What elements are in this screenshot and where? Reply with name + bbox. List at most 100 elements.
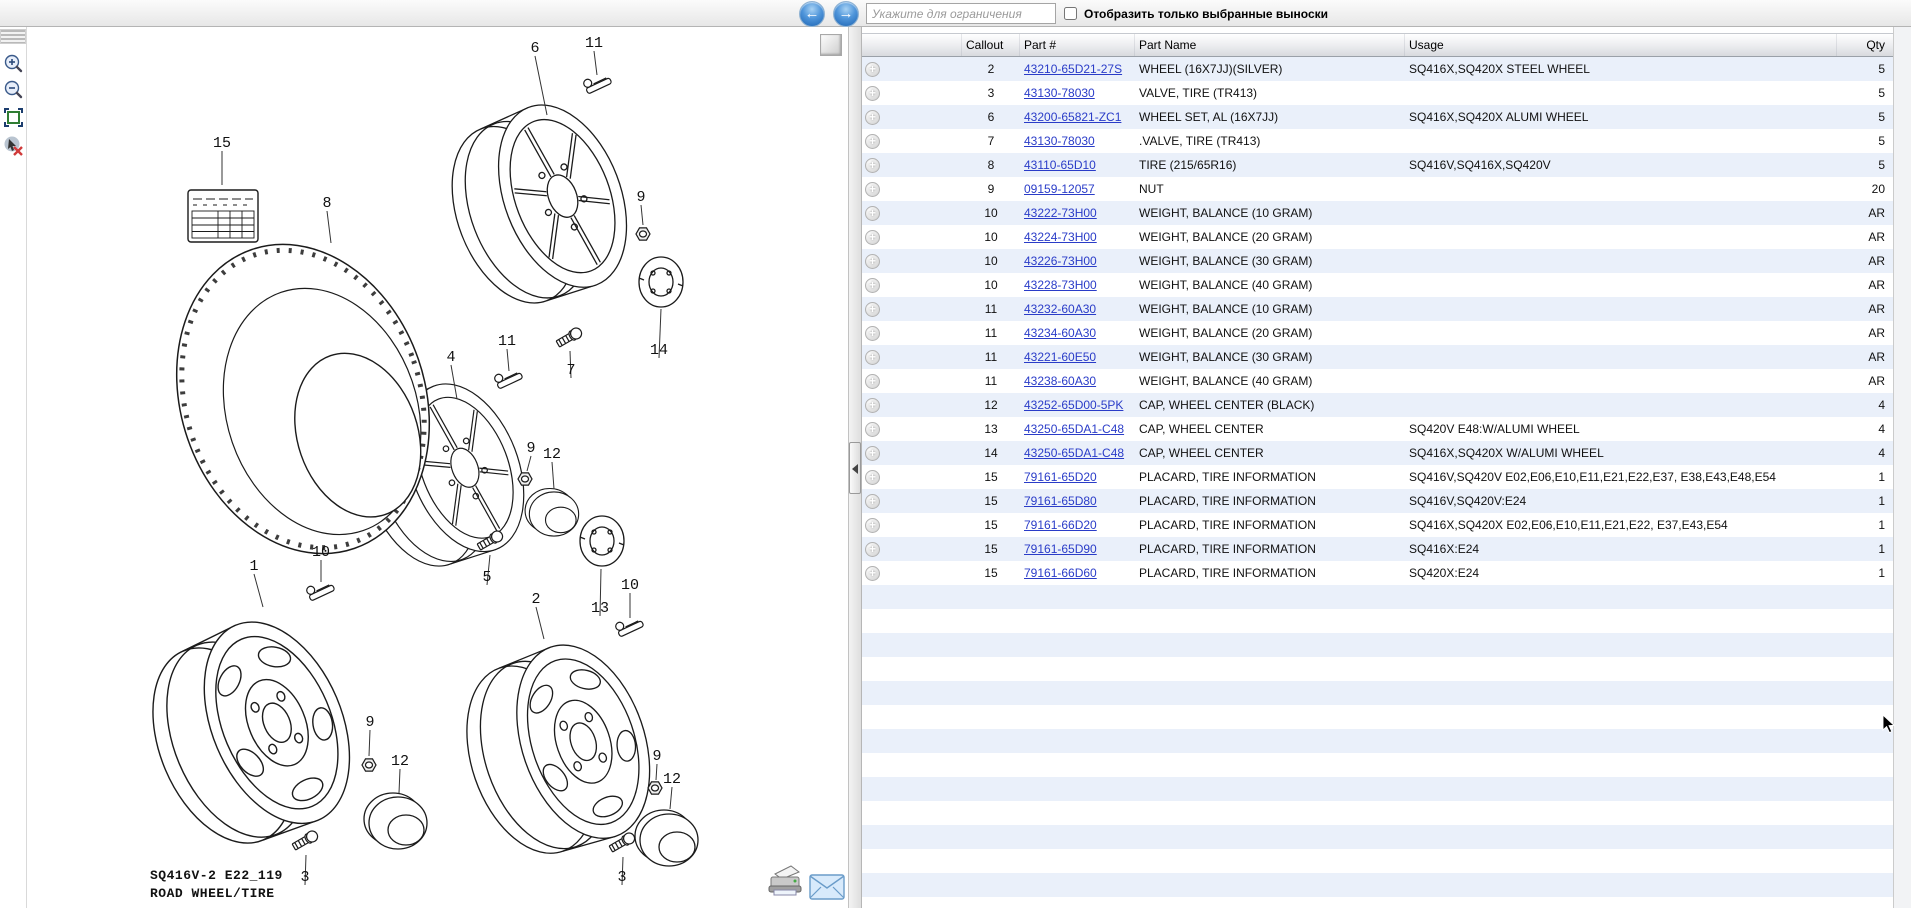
diagram-callout[interactable]: 5 <box>482 569 491 586</box>
expand-row-icon[interactable]: + <box>865 446 880 461</box>
part-number-link[interactable]: 43250-65DA1-C48 <box>1024 446 1124 460</box>
diagram-callout[interactable]: 9 <box>365 714 374 731</box>
email-button[interactable] <box>808 872 848 907</box>
diagram-callout[interactable]: 3 <box>617 869 626 886</box>
diagram-callout[interactable]: 11 <box>585 35 603 52</box>
part-number-link[interactable]: 43224-73H00 <box>1024 230 1097 244</box>
collapse-table-handle[interactable] <box>849 442 861 494</box>
table-row[interactable]: +1579161-66D60PLACARD, TIRE INFORMATIONS… <box>862 561 1893 585</box>
part-number-link[interactable]: 43234-60A30 <box>1024 326 1096 340</box>
table-row[interactable]: +343130-78030VALVE, TIRE (TR413)5 <box>862 81 1893 105</box>
table-row[interactable]: +1243252-65D00-5PKCAP, WHEEL CENTER (BLA… <box>862 393 1893 417</box>
expand-row-icon[interactable]: + <box>865 86 880 101</box>
diagram-callout[interactable]: 3 <box>300 869 309 886</box>
part-number-link[interactable]: 43210-65D21-27S <box>1024 62 1122 76</box>
table-row[interactable]: +1043228-73H00WEIGHT, BALANCE (40 GRAM)A… <box>862 273 1893 297</box>
show-selected-callouts-checkbox[interactable] <box>1064 7 1077 20</box>
table-row[interactable]: +1143234-60A30WEIGHT, BALANCE (20 GRAM)A… <box>862 321 1893 345</box>
part-number-link[interactable]: 79161-65D90 <box>1024 542 1097 556</box>
diagram-callout[interactable]: 12 <box>663 771 681 788</box>
expand-row-icon[interactable]: + <box>865 542 880 557</box>
part-number-link[interactable]: 43222-73H00 <box>1024 206 1097 220</box>
back-button[interactable]: ← <box>799 1 825 27</box>
part-number-link[interactable]: 43250-65DA1-C48 <box>1024 422 1124 436</box>
part-number-link[interactable]: 79161-66D20 <box>1024 518 1097 532</box>
header-qty[interactable]: Qty <box>1837 34 1893 56</box>
expand-row-icon[interactable]: + <box>865 182 880 197</box>
part-number-link[interactable]: 43226-73H00 <box>1024 254 1097 268</box>
diagram-callout[interactable]: 7 <box>566 362 575 379</box>
expand-row-icon[interactable]: + <box>865 206 880 221</box>
part-number-link[interactable]: 79161-65D20 <box>1024 470 1097 484</box>
diagram-callout[interactable]: 12 <box>543 446 561 463</box>
part-number-link[interactable]: 43130-78030 <box>1024 86 1095 100</box>
table-row[interactable]: +1579161-65D90PLACARD, TIRE INFORMATIONS… <box>862 537 1893 561</box>
expand-row-icon[interactable]: + <box>865 302 880 317</box>
expand-row-icon[interactable]: + <box>865 230 880 245</box>
diagram-callout[interactable]: 9 <box>636 189 645 206</box>
table-row[interactable]: +643200-65821-ZC1WHEEL SET, AL (16X7JJ)S… <box>862 105 1893 129</box>
diagram-callout[interactable]: 13 <box>591 600 609 617</box>
vertical-scrollbar[interactable] <box>1893 27 1911 908</box>
part-number-link[interactable]: 79161-66D60 <box>1024 566 1097 580</box>
part-number-link[interactable]: 43200-65821-ZC1 <box>1024 110 1121 124</box>
diagram-callout[interactable]: 6 <box>530 40 539 57</box>
expand-row-icon[interactable]: + <box>865 134 880 149</box>
table-row[interactable]: +1579161-65D20PLACARD, TIRE INFORMATIONS… <box>862 465 1893 489</box>
filter-search-input[interactable] <box>866 3 1056 24</box>
diagram-callout[interactable]: 9 <box>526 440 535 457</box>
zoom-out-icon[interactable] <box>3 79 24 100</box>
part-number-link[interactable]: 43130-78030 <box>1024 134 1095 148</box>
panel-corner-button[interactable] <box>820 34 842 56</box>
header-callout[interactable]: Callout <box>962 34 1020 56</box>
part-number-link[interactable]: 43110-65D10 <box>1024 158 1096 172</box>
diagram-callout[interactable]: 9 <box>652 748 661 765</box>
expand-row-icon[interactable]: + <box>865 326 880 341</box>
diagram-callout[interactable]: 10 <box>312 544 330 561</box>
expand-row-icon[interactable]: + <box>865 110 880 125</box>
expand-row-icon[interactable]: + <box>865 62 880 77</box>
table-row[interactable]: +243210-65D21-27SWHEEL (16X7JJ)(SILVER)S… <box>862 57 1893 81</box>
fit-to-view-icon[interactable] <box>3 107 24 128</box>
diagram-callout[interactable]: 10 <box>621 577 639 594</box>
diagram-callout[interactable]: 8 <box>322 195 331 212</box>
expand-row-icon[interactable]: + <box>865 422 880 437</box>
clear-selection-icon[interactable] <box>3 135 24 156</box>
part-number-link[interactable]: 79161-65D80 <box>1024 494 1097 508</box>
header-part-number[interactable]: Part # <box>1020 34 1135 56</box>
panel-splitter[interactable] <box>848 27 862 908</box>
diagram-callout[interactable]: 15 <box>213 135 231 152</box>
part-number-link[interactable]: 43238-60A30 <box>1024 374 1096 388</box>
zoom-in-icon[interactable] <box>3 53 24 74</box>
expand-row-icon[interactable]: + <box>865 374 880 389</box>
expand-row-icon[interactable]: + <box>865 470 880 485</box>
table-row[interactable]: +743130-78030.VALVE, TIRE (TR413)5 <box>862 129 1893 153</box>
table-row[interactable]: +909159-12057NUT20 <box>862 177 1893 201</box>
part-number-link[interactable]: 43232-60A30 <box>1024 302 1096 316</box>
table-row[interactable]: +1143232-60A30WEIGHT, BALANCE (10 GRAM)A… <box>862 297 1893 321</box>
table-row[interactable]: +1143238-60A30WEIGHT, BALANCE (40 GRAM)A… <box>862 369 1893 393</box>
header-usage[interactable]: Usage <box>1405 34 1837 56</box>
print-button[interactable] <box>765 862 805 903</box>
table-row[interactable]: +1043224-73H00WEIGHT, BALANCE (20 GRAM)A… <box>862 225 1893 249</box>
header-part-name[interactable]: Part Name <box>1135 34 1405 56</box>
expand-row-icon[interactable]: + <box>865 350 880 365</box>
table-row[interactable]: +1343250-65DA1-C48CAP, WHEEL CENTERSQ420… <box>862 417 1893 441</box>
table-row[interactable]: +1579161-66D20PLACARD, TIRE INFORMATIONS… <box>862 513 1893 537</box>
diagram-callout[interactable]: 1 <box>249 558 258 575</box>
expand-row-icon[interactable]: + <box>865 494 880 509</box>
table-row[interactable]: +1443250-65DA1-C48CAP, WHEEL CENTERSQ416… <box>862 441 1893 465</box>
expand-row-icon[interactable]: + <box>865 278 880 293</box>
expand-row-icon[interactable]: + <box>865 254 880 269</box>
diagram-callout[interactable]: 12 <box>391 753 409 770</box>
part-number-link[interactable]: 43252-65D00-5PK <box>1024 398 1123 412</box>
table-row[interactable]: +1579161-65D80PLACARD, TIRE INFORMATIONS… <box>862 489 1893 513</box>
part-number-link[interactable]: 43228-73H00 <box>1024 278 1097 292</box>
part-number-link[interactable]: 43221-60E50 <box>1024 350 1096 364</box>
expand-row-icon[interactable]: + <box>865 518 880 533</box>
diagram-callout[interactable]: 14 <box>650 342 668 359</box>
part-number-link[interactable]: 09159-12057 <box>1024 182 1095 196</box>
expand-row-icon[interactable]: + <box>865 158 880 173</box>
diagram-callout[interactable]: 4 <box>446 349 455 366</box>
diagram-callout[interactable]: 11 <box>498 333 516 350</box>
